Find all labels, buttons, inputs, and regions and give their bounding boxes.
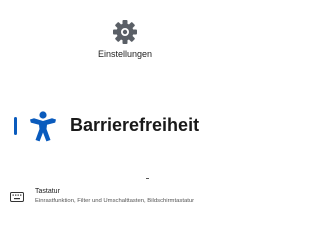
gear-icon [113, 20, 137, 44]
divider-mark [146, 178, 149, 179]
page-title: Barrierefreiheit [70, 115, 200, 135]
list-item-title: Tastatur [35, 188, 60, 195]
list-item-description: Einrastfunktion, Filter und Umschalttast… [35, 198, 195, 204]
app-title: Einstellungen [97, 49, 153, 59]
accessibility-icon [30, 111, 56, 142]
keyboard-icon [10, 192, 24, 202]
page-header: Barrierefreiheit [14, 110, 244, 144]
settings-header: Einstellungen [0, 14, 250, 64]
accent-bar [14, 117, 17, 135]
list-item-keyboard[interactable]: Tastatur Einrastfunktion, Filter und Ums… [6, 186, 246, 214]
